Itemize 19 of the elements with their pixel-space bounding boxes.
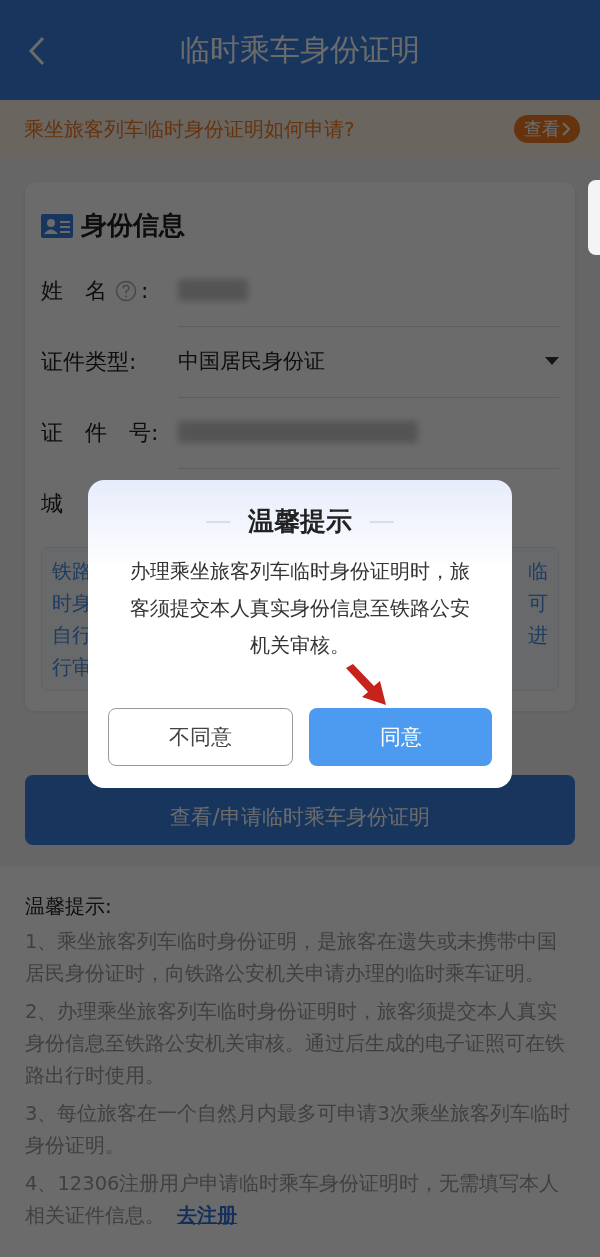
agree-button[interactable]: 同意 <box>309 708 492 766</box>
field-label: 证 件 号: <box>41 418 159 447</box>
field-label: 城 <box>41 489 64 518</box>
notice-text: 进 <box>528 622 548 649</box>
register-link[interactable]: 去注册 <box>177 1204 237 1227</box>
section-title: 身份信息 <box>81 209 185 242</box>
label-colon: : <box>141 278 149 303</box>
field-label: 证件类型: <box>41 347 138 376</box>
select-field[interactable]: 中国居民身份证 <box>178 325 559 398</box>
page-title: 临时乘车身份证明 <box>179 30 421 69</box>
field-label: 姓 名 <box>41 276 107 305</box>
notice-text: 可 <box>528 590 548 617</box>
view-button[interactable]: 查看 <box>514 115 580 143</box>
dialog-title: 温馨提示 <box>248 505 352 538</box>
notice-text: 临 <box>528 558 548 585</box>
dialog-message: 办理乘坐旅客列车临时身份证明时，旅客须提交本人真实身份信息至铁路公安机关审核。 <box>129 558 471 659</box>
tips-title: 温馨提示: <box>25 893 113 920</box>
banner-text: 乘坐旅客列车临时身份证明如何申请? <box>24 115 355 143</box>
disagree-button[interactable]: 不同意 <box>108 708 293 766</box>
